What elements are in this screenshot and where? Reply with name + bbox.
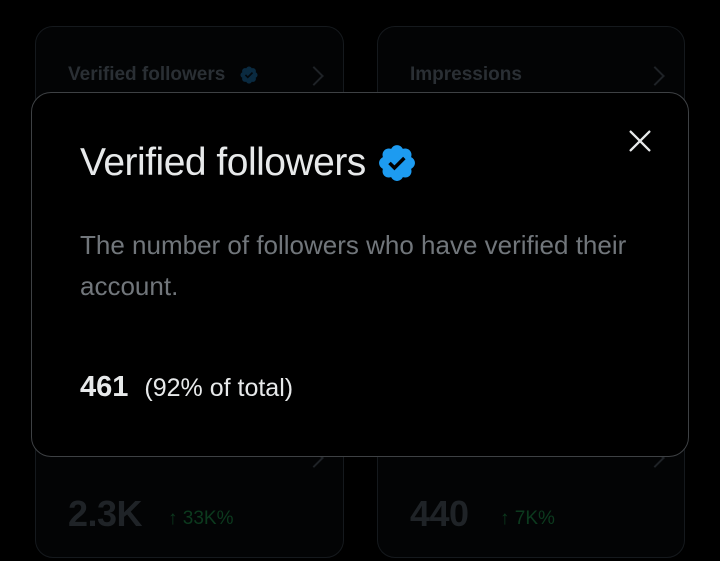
- metric-value: 2.3K: [68, 493, 143, 534]
- page: Verified followers Impressions 2.3K ↑ 33…: [0, 0, 720, 561]
- stat-value: 461: [80, 371, 129, 403]
- stat-percent: (92% of total): [144, 374, 294, 402]
- dialog-description: The number of followers who have verifie…: [80, 230, 627, 301]
- verified-badge-icon: [378, 145, 415, 181]
- card-title: Verified followers: [68, 64, 226, 85]
- card-title-wrapper: Verified followers: [68, 64, 259, 86]
- chevron-right-icon: [645, 66, 665, 86]
- verified-badge-icon: [240, 66, 258, 84]
- dialog-title-row: Verified followers: [80, 141, 418, 185]
- card-title: Impressions: [410, 64, 522, 85]
- metric-value: 440: [410, 493, 469, 534]
- verified-followers-dialog: Verified followers The number of followe…: [31, 92, 689, 457]
- chevron-right-icon: [304, 66, 324, 86]
- metric-change: ↑ 33K%: [168, 508, 234, 529]
- dialog-title: Verified followers: [80, 141, 366, 184]
- metric-change: ↑ 7K%: [500, 508, 555, 529]
- stat-row: 461 (92% of total): [80, 371, 293, 404]
- close-icon[interactable]: [626, 127, 654, 155]
